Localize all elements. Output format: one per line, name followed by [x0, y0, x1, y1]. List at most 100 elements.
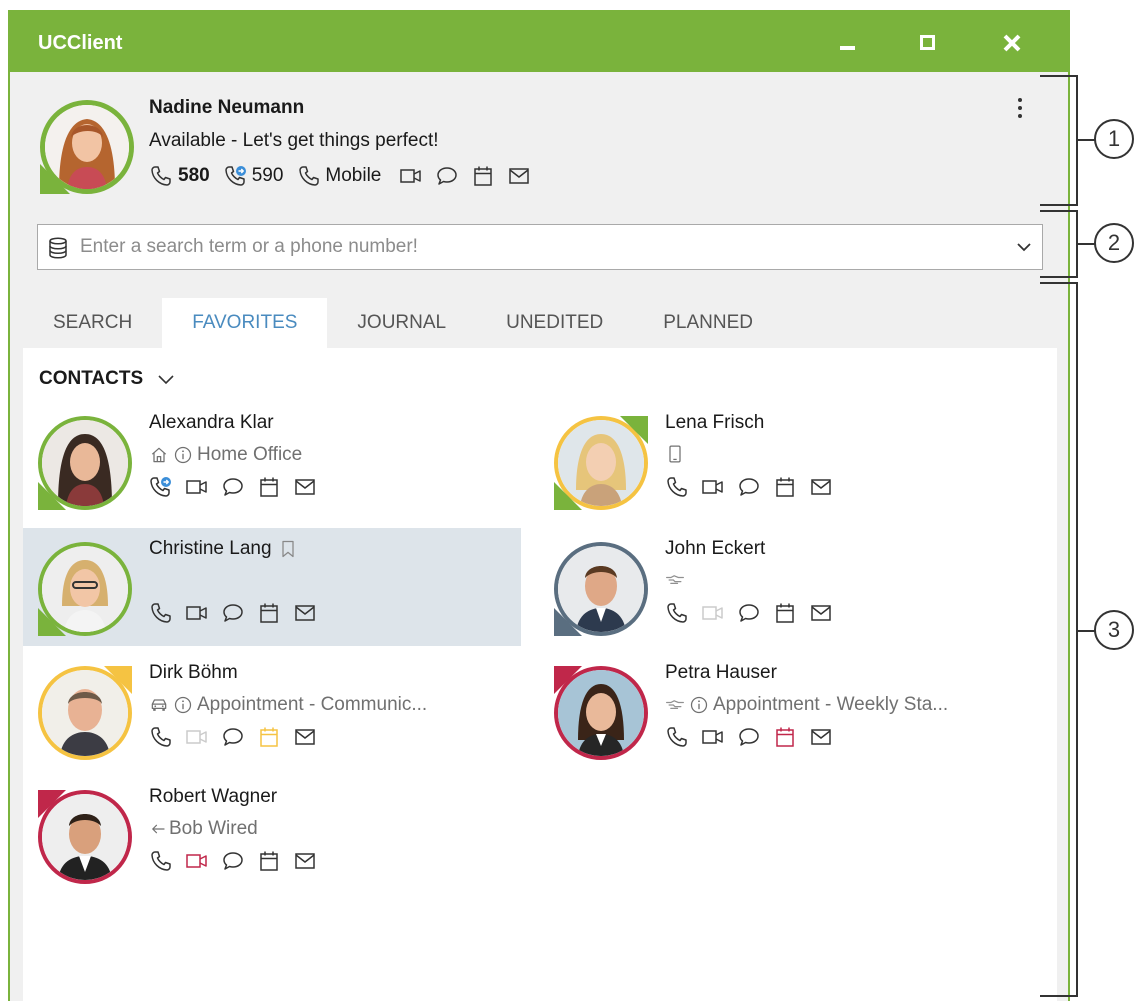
maximize-icon: [920, 35, 935, 50]
maximize-button[interactable]: [908, 26, 948, 60]
contact-avatar[interactable]: [554, 542, 648, 636]
phone-icon[interactable]: [297, 164, 321, 188]
mail-button[interactable]: [293, 724, 329, 750]
chat-button[interactable]: [221, 724, 257, 750]
contact-card[interactable]: Christine Lang: [23, 528, 521, 646]
phone-icon[interactable]: [149, 164, 173, 188]
minimize-button[interactable]: [828, 26, 868, 60]
calendar-button[interactable]: [773, 600, 809, 626]
call-button[interactable]: [149, 600, 185, 626]
contact-card[interactable]: Dirk Böhm Appointment - Communic...: [23, 652, 521, 770]
chat-button[interactable]: [737, 474, 773, 500]
calendar-button[interactable]: [257, 474, 293, 500]
info-icon[interactable]: [689, 695, 709, 715]
video-call-button[interactable]: [185, 600, 221, 626]
tab-journal[interactable]: JOURNAL: [327, 298, 476, 348]
call-button[interactable]: [665, 474, 701, 500]
contact-name: Christine Lang: [149, 538, 298, 560]
more-menu-button[interactable]: [1014, 96, 1026, 126]
contact-card[interactable]: Robert Wagner Bob Wired: [23, 776, 521, 894]
chevron-down-icon: [158, 375, 174, 385]
video-call-button[interactable]: [185, 474, 221, 500]
mail-button[interactable]: [293, 474, 329, 500]
tab-bar: SEARCH FAVORITES JOURNAL UNEDITED PLANNE…: [23, 298, 783, 348]
call-forward-button[interactable]: [149, 474, 185, 500]
search-input[interactable]: [80, 233, 980, 261]
call-button[interactable]: [149, 724, 185, 750]
calendar-icon[interactable]: [471, 164, 495, 188]
database-icon[interactable]: [46, 236, 70, 260]
tab-search[interactable]: SEARCH: [23, 298, 162, 348]
chevron-down-icon[interactable]: [1016, 241, 1032, 253]
second-line-number[interactable]: 590: [252, 165, 284, 187]
phone-forward-icon[interactable]: [224, 164, 248, 188]
tab-unedited[interactable]: UNEDITED: [476, 298, 633, 348]
video-call-button[interactable]: [185, 724, 221, 750]
video-call-button[interactable]: [701, 600, 737, 626]
mail-icon[interactable]: [507, 164, 531, 188]
app-window: UCClient Nadine Neumann Available - Let'…: [8, 10, 1070, 1003]
main-line-number[interactable]: 580: [178, 165, 210, 187]
mobile-line-label[interactable]: Mobile: [325, 165, 381, 187]
video-icon[interactable]: [399, 164, 423, 188]
contact-avatar[interactable]: [38, 542, 132, 636]
own-lines: 580 590 Mobile: [149, 162, 531, 190]
contact-avatar[interactable]: [554, 666, 648, 760]
calendar-button[interactable]: [257, 724, 293, 750]
contact-avatar[interactable]: [554, 416, 648, 510]
home-icon: [149, 445, 169, 465]
tab-planned[interactable]: PLANNED: [633, 298, 783, 348]
video-call-button[interactable]: [701, 724, 737, 750]
call-button[interactable]: [149, 848, 185, 874]
own-avatar[interactable]: [40, 100, 134, 194]
search-box: [37, 224, 1043, 270]
contact-actions: [149, 724, 329, 750]
contact-name: John Eckert: [665, 538, 766, 559]
call-button[interactable]: [665, 724, 701, 750]
contact-avatar[interactable]: [38, 790, 132, 884]
contacts-group-header[interactable]: CONTACTS: [39, 368, 175, 390]
contact-card[interactable]: Alexandra Klar Home Office: [23, 402, 521, 520]
mail-button[interactable]: [809, 474, 845, 500]
calendar-button[interactable]: [257, 848, 293, 874]
info-icon[interactable]: [173, 445, 193, 465]
contact-avatar[interactable]: [38, 416, 132, 510]
mail-button[interactable]: [809, 724, 845, 750]
contact-card[interactable]: Petra Hauser Appointment - Weekly Sta...: [539, 652, 1037, 770]
calendar-button[interactable]: [773, 474, 809, 500]
close-button[interactable]: [992, 26, 1032, 60]
chat-button[interactable]: [221, 600, 257, 626]
chat-icon[interactable]: [435, 164, 459, 188]
chat-button[interactable]: [221, 474, 257, 500]
call-button[interactable]: [665, 600, 701, 626]
chat-button[interactable]: [737, 724, 773, 750]
handshake-icon: [665, 570, 685, 590]
favorites-panel: CONTACTS Alexandra Klar Home Office Lena…: [23, 348, 1057, 1003]
video-call-button[interactable]: [185, 848, 221, 874]
contact-status: Home Office: [149, 444, 302, 466]
bookmark-icon[interactable]: [278, 539, 298, 559]
mail-button[interactable]: [293, 848, 329, 874]
calendar-button[interactable]: [257, 600, 293, 626]
contact-actions: [149, 474, 329, 500]
callout-3: 3: [1094, 610, 1134, 650]
title-bar[interactable]: UCClient: [10, 12, 1068, 72]
contacts-group-label: CONTACTS: [39, 368, 144, 389]
contact-card[interactable]: John Eckert: [539, 528, 1037, 646]
contact-actions: [149, 848, 329, 874]
tab-favorites[interactable]: FAVORITES: [162, 298, 328, 348]
contact-card[interactable]: Lena Frisch: [539, 402, 1037, 520]
chat-button[interactable]: [737, 600, 773, 626]
own-status[interactable]: Available - Let's get things perfect!: [149, 130, 439, 152]
contact-avatar[interactable]: [38, 666, 132, 760]
info-icon[interactable]: [173, 695, 193, 715]
mail-button[interactable]: [809, 600, 845, 626]
mail-button[interactable]: [293, 600, 329, 626]
contact-actions: [149, 600, 329, 626]
contact-actions: [665, 600, 845, 626]
contact-name: Petra Hauser: [665, 662, 777, 683]
calendar-button[interactable]: [773, 724, 809, 750]
video-call-button[interactable]: [701, 474, 737, 500]
chat-button[interactable]: [221, 848, 257, 874]
callout-2: 2: [1094, 223, 1134, 263]
